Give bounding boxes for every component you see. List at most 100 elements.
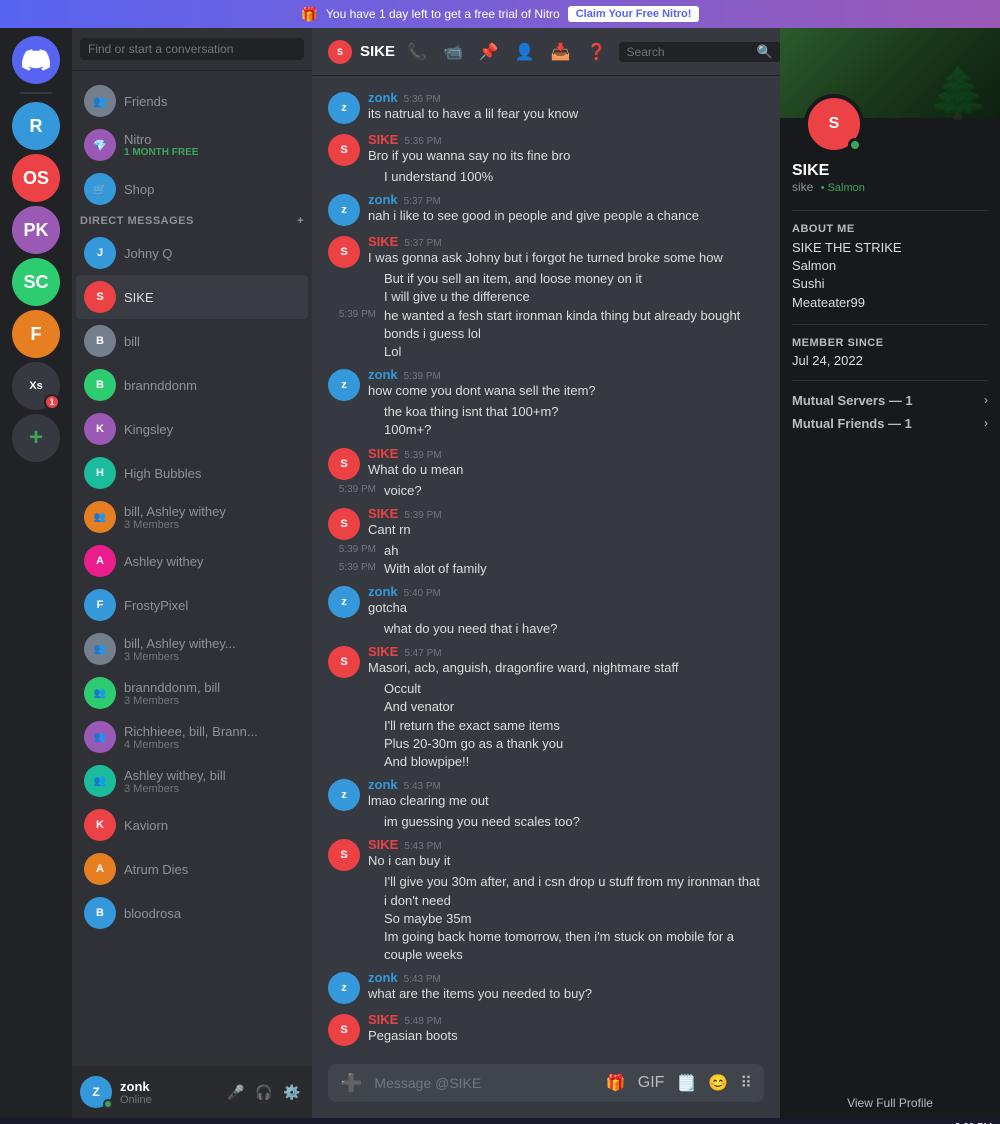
inline-message: Plus 20-30m go as a thank you bbox=[384, 735, 764, 753]
msg-text: Im going back home tomorrow, then i'm st… bbox=[384, 928, 764, 964]
sticker-button[interactable]: 🗒️ bbox=[672, 1069, 700, 1097]
message-row: And venator bbox=[312, 698, 780, 716]
msg-username: zonk bbox=[368, 192, 398, 207]
start-button[interactable]: ⊞ bbox=[4, 1121, 34, 1124]
user-avatar: Z bbox=[80, 1076, 112, 1108]
server-icon-5[interactable]: F bbox=[12, 310, 60, 358]
taskbar-app2[interactable]: 🎵 bbox=[306, 1121, 334, 1124]
message-row: SSIKE5:47 PMMasori, acb, anguish, dragon… bbox=[312, 642, 780, 680]
dm-name-atrum: Atrum Dies bbox=[124, 862, 300, 877]
message-row: im guessing you need scales too? bbox=[312, 813, 780, 831]
nitro-nav-item[interactable]: 💎 Nitro 1 MONTH FREE bbox=[76, 123, 308, 167]
dm-item-group5[interactable]: 👥 Ashley withey, bill 3 Members bbox=[76, 759, 308, 803]
mutual-friends-row[interactable]: Mutual Friends — 1 › bbox=[780, 412, 1000, 435]
chat-search-input[interactable] bbox=[627, 45, 757, 59]
taskbar-chrome[interactable]: 🌐 bbox=[186, 1121, 214, 1124]
dm-item-sike[interactable]: S SIKE bbox=[76, 275, 308, 319]
msg-text: what are the items you needed to buy? bbox=[368, 985, 764, 1003]
dm-item-frostypixel[interactable]: F FrostyPixel bbox=[76, 583, 308, 627]
msg-username: SIKE bbox=[368, 837, 398, 852]
taskbar-app1[interactable]: 📷 bbox=[276, 1121, 304, 1124]
dm-section-header[interactable]: DIRECT MESSAGES + bbox=[72, 211, 312, 231]
taskbar-mail[interactable]: ✉️ bbox=[216, 1121, 244, 1124]
gif-button[interactable]: GIF bbox=[634, 1069, 669, 1097]
server-icon-xs[interactable]: Xs 1 bbox=[12, 362, 60, 410]
friends-nav-item[interactable]: 👥 Friends bbox=[76, 79, 308, 123]
server-icon-4[interactable]: SC bbox=[12, 258, 60, 306]
add-server-button[interactable]: + bbox=[12, 414, 60, 462]
call-button[interactable]: 📞 bbox=[403, 38, 431, 66]
dm-item-group3[interactable]: 👥 brannddonm, bill 3 Members bbox=[76, 671, 308, 715]
msg-username: zonk bbox=[368, 777, 398, 792]
msg-avatar: S bbox=[328, 134, 360, 166]
dm-item-ashley[interactable]: A Ashley withey bbox=[76, 539, 308, 583]
profile-footer: View Full Profile bbox=[780, 1088, 1000, 1118]
inline-message: what do you need that i have? bbox=[384, 620, 764, 638]
msg-text: Cant rn bbox=[368, 521, 764, 539]
inline-message: Im going back home tomorrow, then i'm st… bbox=[384, 928, 764, 964]
add-member-button[interactable]: 👤 bbox=[511, 38, 539, 66]
discord-home-button[interactable] bbox=[12, 36, 60, 84]
message-input[interactable] bbox=[374, 1064, 593, 1102]
profile-info: SIKE sike • Salmon bbox=[780, 154, 1000, 202]
inbox-button[interactable]: 📥 bbox=[547, 38, 575, 66]
msg-text: what do you need that i have? bbox=[384, 620, 557, 638]
message-row: zzonk5:39 PMhow come you dont wana sell … bbox=[312, 365, 780, 403]
msg-content: SIKE5:43 PMNo i can buy it bbox=[368, 837, 764, 870]
server-icon-1[interactable]: R bbox=[12, 102, 60, 150]
msg-avatar: S bbox=[328, 236, 360, 268]
about-line-4: Meateater99 bbox=[792, 294, 988, 312]
dm-name-kaviorn: Kaviorn bbox=[124, 818, 300, 833]
msg-content: zonk5:36 PMits natrual to have a lil fea… bbox=[368, 90, 764, 123]
attach-icon[interactable]: ➕ bbox=[336, 1069, 366, 1098]
video-button[interactable]: 📹 bbox=[439, 38, 467, 66]
dm-item-atrum[interactable]: A Atrum Dies bbox=[76, 847, 308, 891]
dm-item-kaviorn[interactable]: K Kaviorn bbox=[76, 803, 308, 847]
dm-item-highbubbles[interactable]: H High Bubbles bbox=[76, 451, 308, 495]
dm-item-group4[interactable]: 👥 Richhieee, bill, Brann... 4 Members bbox=[76, 715, 308, 759]
server-icon-3[interactable]: PK bbox=[12, 206, 60, 254]
claim-nitro-button[interactable]: Claim Your Free Nitro! bbox=[568, 6, 700, 22]
message-row: 5:39 PMvoice? bbox=[312, 482, 780, 500]
server-icon-2[interactable]: OS bbox=[12, 154, 60, 202]
nitro-banner-text: You have 1 day left to get a free trial … bbox=[326, 7, 560, 21]
taskbar-cortana[interactable]: ⊙ bbox=[66, 1121, 94, 1124]
help-button[interactable]: ❓ bbox=[583, 38, 611, 66]
banner-decoration: 🌲 bbox=[928, 64, 990, 118]
dm-item-bill[interactable]: B bill bbox=[76, 319, 308, 363]
taskbar-edge[interactable]: e bbox=[126, 1121, 154, 1124]
dm-item-branndd[interactable]: B brannddonm bbox=[76, 363, 308, 407]
mute-button[interactable]: 🎤 bbox=[224, 1080, 248, 1104]
nitro-badge: 1 MONTH FREE bbox=[124, 147, 198, 158]
deafen-button[interactable]: 🎧 bbox=[252, 1080, 276, 1104]
dm-item-bloodrosa[interactable]: B bloodrosa bbox=[76, 891, 308, 935]
dm-item-group1[interactable]: 👥 bill, Ashley withey 3 Members bbox=[76, 495, 308, 539]
msg-text: So maybe 35m bbox=[384, 910, 471, 928]
search-icon: 🔍 bbox=[757, 44, 773, 60]
chat-header-actions: 📞 📹 📌 👤 📥 ❓ 🔍 🔔 bbox=[403, 38, 780, 66]
taskbar-store[interactable]: 🛍️ bbox=[246, 1121, 274, 1124]
taskbar-app3[interactable]: 📺 bbox=[336, 1121, 364, 1124]
mutual-servers-row[interactable]: Mutual Servers — 1 › bbox=[780, 389, 1000, 412]
profile-salmon-tag: • Salmon bbox=[821, 182, 865, 194]
taskbar-explorer[interactable]: 📁 bbox=[156, 1121, 184, 1124]
add-dm-icon[interactable]: + bbox=[297, 215, 304, 227]
search-input[interactable] bbox=[80, 38, 304, 60]
apps-button[interactable]: ⠿ bbox=[736, 1069, 756, 1097]
dm-item-kingsley[interactable]: K Kingsley bbox=[76, 407, 308, 451]
msg-text: Masori, acb, anguish, dragonfire ward, n… bbox=[368, 659, 764, 677]
dm-item-group2[interactable]: 👥 bill, Ashley withey... 3 Members bbox=[76, 627, 308, 671]
taskbar-search[interactable] bbox=[36, 1121, 64, 1124]
emoji-button[interactable]: 😊 bbox=[704, 1069, 732, 1097]
shop-nav-item[interactable]: 🛒 Shop bbox=[76, 167, 308, 211]
message-row: 5:39 PMah bbox=[312, 542, 780, 560]
gift-button[interactable]: 🎁 bbox=[602, 1069, 630, 1097]
dm-section-label: DIRECT MESSAGES bbox=[80, 215, 194, 227]
taskbar-widgets[interactable]: ▦ bbox=[96, 1121, 124, 1124]
dm-avatar-branndd: B bbox=[84, 369, 116, 401]
dm-item-johny[interactable]: J Johny Q bbox=[76, 231, 308, 275]
inline-message: And blowpipe!! bbox=[384, 753, 764, 771]
settings-button[interactable]: ⚙️ bbox=[280, 1080, 304, 1104]
view-full-profile-button[interactable]: View Full Profile bbox=[792, 1096, 988, 1110]
pin-button[interactable]: 📌 bbox=[475, 38, 503, 66]
